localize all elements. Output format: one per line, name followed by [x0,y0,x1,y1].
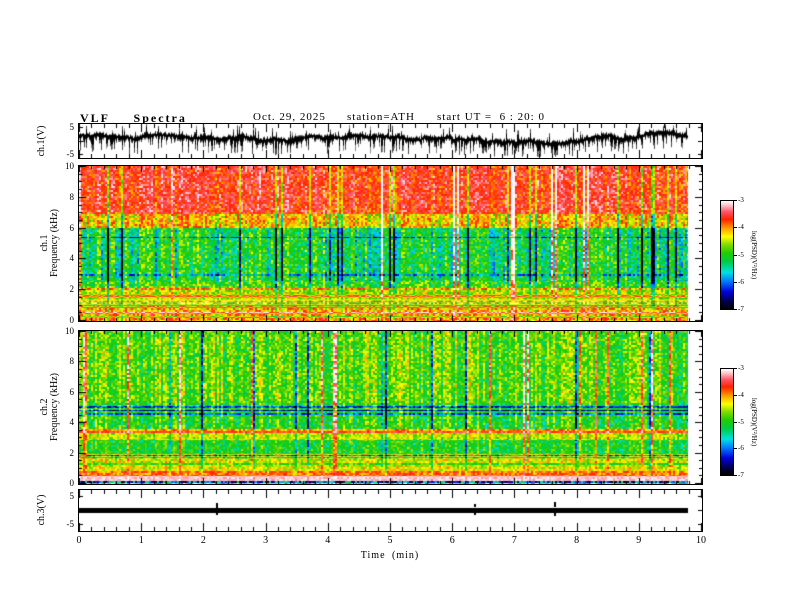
tick-label: 8 [69,191,75,202]
tick-label: -3 [738,363,744,372]
tick-label: 2 [69,284,75,295]
tick-label: 10 [65,161,74,171]
colorbar-ch1 [720,200,734,310]
colorbar-tick [734,368,737,369]
colorbar-ch2-label: log(PSD)(V²/Hz) [750,397,758,447]
tick-label: -5 [738,250,744,259]
ch2-spectrogram-canvas [79,331,702,484]
tick-label: -5 [66,519,75,530]
tick-label: -3 [738,195,744,204]
tick-label: 5 [387,535,393,546]
tick-label: 2 [200,535,206,546]
tick-label: 9 [636,535,642,546]
ch2-spectrogram-ylabel: ch.2 Frequency (kHz) [39,372,60,442]
ch3-waveform-ylabel: ch.3(V) [36,494,47,526]
tick-label: 2 [69,447,75,458]
tick-label: -4 [738,390,744,399]
start-ut-label: start UT = 6 : 20: 0 [437,111,545,123]
colorbar-tick [734,282,737,283]
tick-label: 3 [263,535,269,546]
colorbar-tick [734,395,737,396]
ch1-spectrogram-panel [78,165,703,322]
tick-label: 7 [511,535,517,546]
tick-label: -4 [738,222,744,231]
ch3-waveform-panel [78,489,703,532]
tick-label: 4 [325,535,331,546]
x-axis-label: Time (min) [360,550,420,561]
tick-label: 0 [69,315,75,325]
tick-label: 0 [76,535,82,546]
tick-label: -7 [738,470,744,479]
colorbar-tick [734,475,737,476]
tick-label: -6 [738,443,744,452]
tick-label: -6 [738,277,744,286]
tick-label: 1 [138,535,144,546]
tick-label: 8 [69,356,75,367]
colorbar-tick [734,200,737,201]
tick-label: 10 [696,535,706,546]
tick-label: -7 [738,304,744,313]
colorbar-ch1-label: log(PSD)(V²/Hz) [750,230,758,280]
vlf-spectra-figure: VLF Spectra Oct. 29, 2025 station=ATH st… [0,0,792,612]
station-label: station=ATH [347,111,415,123]
ch1-spectrogram-ylabel: ch.1 Frequency (kHz) [39,208,60,278]
ylabel-line: Frequency (kHz) [49,208,60,278]
colorbar-tick [734,448,737,449]
colorbar-tick [734,255,737,256]
tick-label: -5 [738,417,744,426]
ch1-spectrogram-canvas [79,166,702,321]
colorbar-ch2 [720,368,734,476]
tick-label: 5 [69,490,75,501]
colorbar-tick [734,227,737,228]
colorbar-tick [734,422,737,423]
ch2-spectrogram-panel [78,330,703,485]
ch1-waveform-canvas [79,124,702,158]
figure-date: Oct. 29, 2025 [253,111,326,123]
tick-label: 0 [69,478,75,488]
colorbar-tick [734,309,737,310]
tick-label: 10 [65,326,74,336]
tick-label: 5 [69,121,75,132]
ch3-waveform-canvas [79,490,702,531]
tick-label: -5 [66,149,75,160]
tick-label: 8 [574,535,580,546]
tick-label: 6 [449,535,455,546]
ch1-waveform-ylabel: ch.1(V) [36,125,47,157]
ch1-waveform-panel [78,123,703,159]
ylabel-line: Frequency (kHz) [49,372,60,442]
